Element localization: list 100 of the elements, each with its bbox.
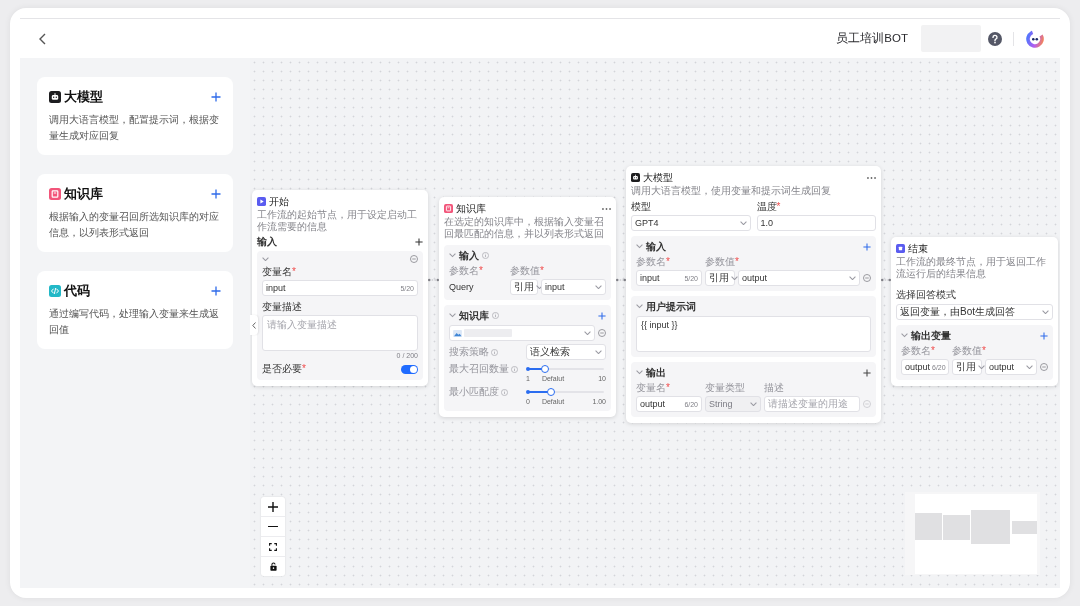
- card-description: 调用大语言模型，配置提示词，根据变量生成对应回复: [49, 113, 220, 143]
- chevron-left-icon: [39, 32, 46, 45]
- bot-title: 员工培训BOT: [836, 31, 908, 46]
- minus-icon: [268, 525, 278, 528]
- node-title: 大模型: [643, 171, 673, 184]
- caret-icon[interactable]: [901, 333, 908, 338]
- slider-handle[interactable]: [546, 388, 555, 396]
- node-type-card[interactable]: 大模型 调用大语言模型，配置提示词，根据变量生成对应回复: [37, 77, 233, 155]
- add-icon[interactable]: [211, 189, 221, 199]
- field-label: 变量类型: [705, 382, 746, 394]
- caret-icon: [1026, 364, 1033, 370]
- plus-icon: [268, 501, 278, 512]
- book-icon: [444, 204, 453, 213]
- field-label: 搜索策略: [449, 346, 489, 358]
- section-title: 输入: [459, 248, 479, 263]
- field-label: 最大召回数量: [449, 363, 509, 375]
- node-description: 在选定的知识库中，根据输入变量召回最匹配的信息，并以列表形式返回: [444, 216, 605, 240]
- caret-icon[interactable]: [449, 253, 456, 258]
- text-input[interactable]: 1.0: [756, 215, 876, 231]
- dropdown[interactable]: 语义检索: [526, 344, 606, 360]
- field-label: 温度*: [756, 201, 782, 213]
- node-type-card[interactable]: 知识库 根据输入的变量召回所选知识库的对应信息，以列表形式返回: [37, 174, 233, 252]
- dropdown[interactable]: output: [738, 270, 860, 286]
- remove-icon[interactable]: [863, 274, 871, 282]
- section-title: 输出: [646, 365, 666, 380]
- lock-button[interactable]: [261, 557, 285, 576]
- add-icon[interactable]: [211, 92, 221, 102]
- info-icon: [501, 388, 508, 396]
- section-title: 输出变量: [911, 328, 951, 343]
- connector-line: [616, 278, 626, 282]
- dropdown[interactable]: 引用: [952, 359, 982, 375]
- zoom-out-button[interactable]: [261, 517, 285, 536]
- info-icon: [511, 365, 518, 373]
- card-title: 大模型: [64, 90, 103, 104]
- dropdown[interactable]: 返回变量，由Bot生成回答: [896, 304, 1053, 320]
- connector-line: [428, 278, 439, 282]
- param-name: Query: [449, 282, 475, 292]
- dropdown[interactable]: output: [985, 359, 1037, 375]
- dropdown[interactable]: input: [541, 279, 606, 295]
- dropdown[interactable]: 引用: [705, 270, 735, 286]
- info-icon: [491, 348, 498, 356]
- code-icon: [49, 285, 61, 297]
- caret-icon: [1042, 309, 1049, 315]
- remove-icon[interactable]: [1040, 363, 1048, 371]
- card-title: 代码: [64, 284, 90, 298]
- chevron-left-icon: [252, 321, 256, 329]
- caret-icon[interactable]: [636, 244, 643, 249]
- add-icon[interactable]: [863, 242, 871, 251]
- caret-icon[interactable]: [449, 313, 456, 318]
- caret-icon: [595, 284, 602, 290]
- more-icon[interactable]: [867, 176, 876, 179]
- field-label: 最小匹配度: [449, 386, 499, 398]
- add-icon[interactable]: [1040, 331, 1048, 340]
- add-icon[interactable]: [598, 311, 606, 320]
- slider-handle[interactable]: [541, 365, 550, 373]
- add-icon[interactable]: [211, 286, 221, 296]
- image-icon: [453, 329, 462, 337]
- remove-icon[interactable]: [598, 329, 606, 337]
- caret-icon[interactable]: [262, 256, 269, 262]
- card-title: 知识库: [64, 187, 103, 201]
- node-title: 知识库: [456, 202, 486, 215]
- dropdown[interactable]: GPT4: [631, 215, 751, 231]
- node-description: 工作流的起始节点，用于设定启动工作流需要的信息: [257, 209, 418, 233]
- section-title: 输入: [646, 239, 666, 254]
- dropdown[interactable]: 引用: [510, 279, 538, 295]
- toggle-switch[interactable]: [401, 364, 418, 374]
- zoom-in-button[interactable]: [261, 497, 285, 516]
- field-label: 描述: [764, 382, 785, 394]
- caret-icon[interactable]: [636, 370, 643, 375]
- field-label: 参数名*: [449, 265, 484, 277]
- collapse-button[interactable]: [250, 315, 258, 335]
- node-title: 开始: [269, 195, 289, 208]
- caret-icon[interactable]: [636, 304, 643, 309]
- book-icon: [49, 188, 61, 200]
- caret-icon: [731, 275, 738, 281]
- help-icon[interactable]: [988, 31, 1002, 46]
- robot-icon: [49, 91, 61, 103]
- logo-icon[interactable]: [1026, 29, 1044, 48]
- section-title: 用户提示词: [646, 299, 696, 314]
- field-label: 参数值*: [510, 265, 545, 277]
- fit-view-button[interactable]: [261, 537, 285, 556]
- add-icon[interactable]: [415, 238, 423, 246]
- node-title: 结束: [908, 242, 928, 255]
- remove-icon[interactable]: [410, 255, 418, 263]
- caret-icon: [978, 364, 985, 370]
- add-icon[interactable]: [863, 368, 871, 377]
- card-description: 根据输入的变量召回所选知识库的对应信息，以列表形式返回: [49, 210, 220, 240]
- lock-icon: [269, 562, 277, 571]
- more-icon[interactable]: [602, 207, 611, 210]
- field-label: 参数值*: [952, 345, 987, 357]
- node-type-card[interactable]: 代码 通过编写代码，处理输入变量来生成返回值: [37, 271, 233, 349]
- field-label: 输入: [257, 236, 277, 248]
- stop-icon: [896, 244, 905, 253]
- field-label: 变量描述: [262, 301, 303, 313]
- info-icon: [482, 252, 489, 259]
- field-label: 参数名*: [901, 345, 936, 357]
- caret-icon: [739, 220, 747, 226]
- caret-icon: [750, 401, 757, 407]
- text-area[interactable]: {{ input }}: [636, 316, 871, 352]
- field-label: 变量名*: [636, 382, 671, 394]
